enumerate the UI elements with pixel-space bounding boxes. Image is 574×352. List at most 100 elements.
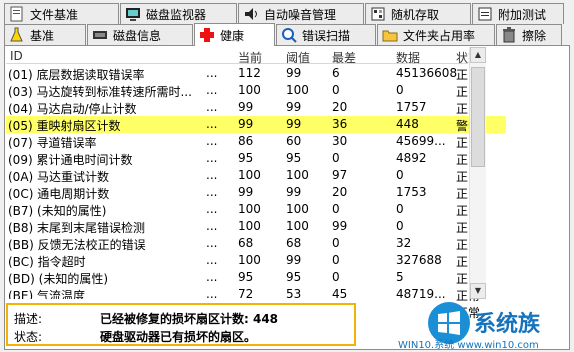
cell-current: 100 xyxy=(238,202,261,216)
cell-attribute-id: (09) 累计通电时间计数 xyxy=(8,153,133,167)
tab-benchmark[interactable]: 基准 xyxy=(4,24,86,45)
tab-erase[interactable]: 擦除 xyxy=(496,24,562,45)
cell-worst: 0 xyxy=(332,151,340,165)
table-row[interactable]: (B7) (未知的属性) 100 100 0 0... xyxy=(6,201,468,218)
cell-threshold: 99 xyxy=(286,117,302,131)
cell-ellipsis: ... xyxy=(206,134,218,148)
cell-current: 100 xyxy=(238,253,261,267)
column-header-worst[interactable]: 最差 xyxy=(332,49,356,66)
table-row[interactable]: (BB) 反馈无法校正的错误 68 68 0 32... xyxy=(6,235,468,252)
cell-ellipsis: ... xyxy=(206,100,218,114)
cell-ellipsis: ... xyxy=(206,270,218,284)
cell-data: 0 xyxy=(396,219,404,233)
disk-monitor-icon xyxy=(125,6,141,22)
cell-current: 100 xyxy=(238,168,261,182)
cell-current: 99 xyxy=(238,185,254,199)
tab-row-front: 基准 磁盘信息 健康 错误扫描 文件夹占用率 擦除 xyxy=(4,23,563,46)
tab-extra-tests[interactable]: 附加测试 xyxy=(472,3,564,24)
cell-attribute-id: (BD) (未知的属性) xyxy=(8,272,109,286)
table-row[interactable]: (BC) 指令超时 100 99 0 327688... xyxy=(6,252,468,269)
tab-label: 擦除 xyxy=(522,28,547,43)
tab-disk-monitor[interactable]: 磁盘监视器 xyxy=(120,3,237,24)
tab-label: 错误扫描 xyxy=(302,28,351,43)
scroll-thumb[interactable] xyxy=(471,67,485,167)
cell-attribute-id: (BE) 气流温度 xyxy=(8,289,85,299)
cell-threshold: 99 xyxy=(286,253,302,267)
cell-attribute-id: (04) 马达启动/停止计数 xyxy=(8,102,137,116)
cell-threshold: 100 xyxy=(286,168,309,182)
tab-label: 自动噪音管理 xyxy=(264,7,337,22)
table-row[interactable]: (03) 马达旋转到标准转速所需时... 100 100 0 0... xyxy=(6,82,468,99)
tab-file-benchmark[interactable]: 文件基准 xyxy=(4,3,119,24)
cell-ellipsis: ... xyxy=(206,117,218,131)
table-row[interactable]: (B8) 末尾到末尾错误检测 100 100 99 0... xyxy=(6,218,468,235)
cell-worst: 0 xyxy=(332,270,340,284)
tab-disk-info[interactable]: 磁盘信息 xyxy=(87,24,193,45)
cell-worst: 0 xyxy=(332,83,340,97)
watermark-title: 系统族 xyxy=(474,312,541,337)
cell-attribute-id: (BC) 指令超时 xyxy=(8,255,86,269)
cell-data: 0 xyxy=(396,168,404,182)
tab-error-scan[interactable]: 错误扫描 xyxy=(276,24,376,45)
tab-folder-usage[interactable]: 文件夹占用率 xyxy=(377,24,495,45)
list-scrollbar[interactable]: ▲ ▼ xyxy=(469,47,486,299)
cell-worst: 20 xyxy=(332,100,348,114)
cell-data: 4892 xyxy=(396,151,427,165)
cell-attribute-id: (B7) (未知的属性) xyxy=(8,204,107,218)
folder-usage-icon xyxy=(382,27,398,43)
table-row[interactable]: (0A) 马达重试计数 100 100 97 0... xyxy=(6,167,468,184)
cell-ellipsis: ... xyxy=(206,185,218,199)
disk-info-icon xyxy=(92,27,108,43)
column-header-current[interactable]: 当前 xyxy=(238,49,262,66)
cell-attribute-id: (0A) 马达重试计数 xyxy=(8,170,110,184)
list-rows: (01) 底层数据读取错误率 112 99 6 45136608... (03) 马达旋转… xyxy=(6,65,468,299)
table-row[interactable]: (09) 累计通电时间计数 95 95 0 4892... xyxy=(6,150,468,167)
cell-ellipsis: ... xyxy=(206,253,218,267)
tab-label: 磁盘监视器 xyxy=(146,7,207,22)
cell-attribute-id: (01) 底层数据读取错误率 xyxy=(8,68,145,82)
cell-threshold: 95 xyxy=(286,270,302,284)
column-header-data[interactable]: 数据 xyxy=(396,49,420,66)
description-value: 已经被修复的损坏扇区计数: 448 xyxy=(100,312,279,326)
cell-current: 99 xyxy=(238,117,254,131)
table-row[interactable]: (BE) 气流温度 72 53 45 48719...... xyxy=(6,286,468,299)
random-access-icon xyxy=(370,6,386,22)
tab-label: 健康 xyxy=(220,28,245,43)
tab-label: 附加测试 xyxy=(498,7,547,22)
description-box: 描述: 已经被修复的损坏扇区计数: 448 状态: 硬盘驱动器已有损坏的扇区。 xyxy=(6,303,356,346)
table-row[interactable]: (0C) 通电周期计数 99 99 20 1753... xyxy=(6,184,468,201)
status-value: 硬盘驱动器已有损坏的扇区。 xyxy=(100,330,257,344)
cell-ellipsis: ... xyxy=(206,66,218,80)
cell-data: 45699... xyxy=(396,134,446,148)
scroll-down-button[interactable]: ▼ xyxy=(470,283,486,299)
table-row[interactable]: (07) 寻道错误率 86 60 30 45699...... xyxy=(6,133,468,150)
cell-threshold: 60 xyxy=(286,134,302,148)
cell-current: 72 xyxy=(238,287,254,299)
tab-label: 文件夹占用率 xyxy=(403,28,476,43)
cell-attribute-id: (0C) 通电周期计数 xyxy=(8,187,110,201)
cell-worst: 0 xyxy=(332,202,340,216)
column-header-id[interactable]: ID xyxy=(10,49,23,63)
cell-worst: 0 xyxy=(332,253,340,267)
health-cross-icon xyxy=(199,27,215,43)
cell-ellipsis: ... xyxy=(206,287,218,299)
table-row[interactable]: (01) 底层数据读取错误率 112 99 6 45136608... xyxy=(6,65,468,82)
tab-noise-management[interactable]: 自动噪音管理 xyxy=(238,3,364,24)
cell-current: 86 xyxy=(238,134,254,148)
tab-row-back: 文件基准 磁盘监视器 自动噪音管理 随机存取 附加测试 xyxy=(4,3,565,24)
smart-attribute-list[interactable]: ID 当前 阈值 最差 数据 (01) 底层数据读取错误率 112 99 6 45136… xyxy=(6,47,468,299)
cell-ellipsis: ... xyxy=(206,202,218,216)
tab-random-access[interactable]: 随机存取 xyxy=(365,3,471,24)
cell-attribute-id: (07) 寻道错误率 xyxy=(8,136,97,150)
column-header-threshold[interactable]: 阈值 xyxy=(286,49,310,66)
table-row[interactable]: (05) 重映射扇区计数 99 99 36 448... xyxy=(6,116,468,133)
cell-attribute-id: (05) 重映射扇区计数 xyxy=(8,119,121,133)
cell-current: 100 xyxy=(238,219,261,233)
list-header: ID 当前 阈值 最差 数据 xyxy=(6,47,468,66)
scroll-up-button[interactable]: ▲ xyxy=(470,47,486,63)
tab-health[interactable]: 健康 xyxy=(194,23,275,46)
table-row[interactable]: (BD) (未知的属性) 95 95 0 5... xyxy=(6,269,468,286)
cell-data: 1757 xyxy=(396,100,427,114)
cell-data: 448 xyxy=(396,117,419,131)
table-row[interactable]: (04) 马达启动/停止计数 99 99 20 1757... xyxy=(6,99,468,116)
